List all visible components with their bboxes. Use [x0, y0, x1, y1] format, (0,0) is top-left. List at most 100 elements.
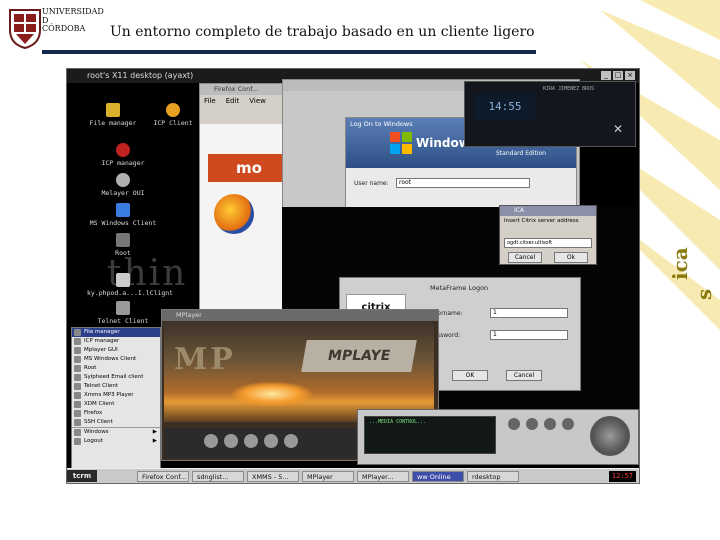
ica-dialog-title: ICA	[500, 206, 596, 216]
citrix-ok-button[interactable]: OK	[452, 370, 488, 381]
start-menu-label: Windows	[84, 429, 109, 435]
player-time-display: 14:55	[475, 94, 535, 120]
taskbar-item-active[interactable]: ww Online	[412, 470, 464, 482]
maximize-button[interactable]: □	[613, 71, 623, 80]
desktop-icon-label: ky.phpod.a...I.lClignt	[87, 289, 174, 297]
title-divider	[42, 50, 536, 54]
start-menu-label: Firefox	[84, 410, 103, 416]
side-text-2: s	[692, 288, 716, 300]
desktop-icon-mplayer-gui[interactable]: Melayer OUI	[87, 173, 159, 197]
desktop-screenshot: root's X11 desktop (ayaxt) _ □ × thin Fi…	[66, 68, 640, 484]
start-menu-item[interactable]: MS Windows Client	[72, 355, 160, 364]
taskbar-item[interactable]: MPlayer	[302, 470, 354, 482]
skin-player-text: ...MEDIA CONTROL...	[369, 419, 427, 425]
start-menu-item[interactable]: ICP manager	[72, 337, 160, 346]
stop-button[interactable]	[264, 434, 278, 448]
skin-stop-button[interactable]	[544, 418, 556, 430]
player-track-title: KIRA JIMENEZ BROS	[543, 86, 595, 92]
desktop-icon-label: MS Windows Client	[89, 219, 157, 227]
pause-button[interactable]	[244, 434, 258, 448]
citrix-cancel-button[interactable]: Cancel	[506, 370, 542, 381]
skinned-player-panel[interactable]: ...MEDIA CONTROL...	[357, 409, 639, 465]
taskbar-item[interactable]: rdesktop	[467, 470, 519, 482]
university-name: UNIVERSIDAD D CÓRDOBA	[42, 7, 104, 33]
start-menu-label: File manager	[84, 329, 120, 335]
taskbar-clock: 12:57	[608, 470, 636, 482]
play-button[interactable]	[224, 434, 238, 448]
desktop-icon-label: Telnet Client	[97, 317, 149, 325]
app-icon	[116, 143, 130, 157]
windows-flag-icon	[390, 132, 412, 154]
rewind-button[interactable]	[204, 434, 218, 448]
desktop-icon-telnet-client[interactable]: Telnet Client	[87, 301, 159, 325]
mplayer-video: MP MPLAYE	[164, 322, 434, 422]
minimize-button[interactable]: _	[601, 71, 611, 80]
start-menu: File manager ICP manager Mplayer GUI MS …	[71, 327, 161, 475]
start-menu-item[interactable]: Firefox	[72, 409, 160, 418]
taskbar-item[interactable]: Firefox Conf...	[137, 470, 189, 482]
menu-view[interactable]: View	[249, 97, 266, 105]
start-menu-item[interactable]: SSH Client	[72, 418, 160, 427]
taskbar-item[interactable]: MPlayer...	[357, 470, 409, 482]
firefox-menubar: File Edit View	[200, 95, 290, 107]
volume-knob[interactable]	[590, 416, 630, 456]
slide-title: Un entorno completo de trabajo basado en…	[110, 24, 535, 40]
desktop-icon-label: Melayer OUI	[101, 189, 145, 197]
ica-ok-button[interactable]: Ok	[554, 252, 588, 263]
start-menu-label: XDM Client	[84, 401, 115, 407]
desktop-icon-label: ICP manager	[101, 159, 145, 167]
desktop-icon-ms-windows-client[interactable]: MS Windows Client	[87, 203, 159, 227]
skin-play-button[interactable]	[526, 418, 538, 430]
skin-prev-button[interactable]	[508, 418, 520, 430]
start-menu-label: MS Windows Client	[84, 356, 137, 362]
desktop-icon-icp-manager[interactable]: ICP manager	[87, 143, 159, 167]
menu-file[interactable]: File	[204, 97, 216, 105]
firefox-logo-icon	[214, 194, 254, 234]
forward-button[interactable]	[284, 434, 298, 448]
terminal-icon	[116, 301, 130, 315]
citrix-username-field[interactable]: 1	[490, 308, 568, 318]
start-menu-label: Root	[84, 365, 97, 371]
start-menu-item[interactable]: Windows ▶	[72, 427, 160, 437]
submenu-arrow-icon: ▶	[152, 438, 157, 444]
desktop-icon-root[interactable]: Root	[87, 233, 159, 257]
start-menu-item[interactable]: File manager	[72, 328, 160, 337]
start-menu-label: SSH Client	[84, 419, 113, 425]
desktop-icon-phpod[interactable]: ky.phpod.a...I.lClignt	[87, 273, 174, 297]
start-menu-item[interactable]: Root	[72, 364, 160, 373]
logon-title: Log On to Windows	[350, 120, 413, 128]
citrix-password-field[interactable]: 1	[490, 330, 568, 340]
taskbar-item[interactable]: XMMS - 5...	[247, 470, 299, 482]
firefox-window[interactable]: Firefox Conf... File Edit View mo	[199, 83, 291, 345]
close-button[interactable]: ×	[625, 71, 635, 80]
menu-edit[interactable]: Edit	[226, 97, 240, 105]
firefox-titlebar: Firefox Conf...	[200, 84, 290, 95]
ica-address-dialog[interactable]: ICA Insert Citrix server address ogdt.ci…	[499, 205, 597, 265]
skin-player-display: ...MEDIA CONTROL...	[364, 416, 496, 454]
ica-cancel-button[interactable]: Cancel	[508, 252, 542, 263]
desktop-icon-label: Root	[115, 249, 131, 257]
taskbar-item[interactable]: sdnglist...	[192, 470, 244, 482]
start-button[interactable]: tcrm	[67, 470, 97, 482]
username-label: User name:	[354, 180, 389, 187]
start-menu-item[interactable]: Mplayer GUI	[72, 346, 160, 355]
video-glow	[232, 382, 312, 406]
start-menu-item[interactable]: Logout ▶	[72, 437, 160, 446]
username-field[interactable]: root	[396, 178, 530, 188]
sun-icon	[166, 103, 180, 117]
start-menu-label: Xmms MP3 Player	[84, 392, 134, 398]
ica-server-input[interactable]: ogdt.citser.ultisoft	[504, 238, 592, 248]
xmms-player-panel[interactable]: 14:55 KIRA JIMENEZ BROS ✕	[464, 81, 636, 147]
start-menu-item[interactable]: Sylpheed Email client	[72, 373, 160, 382]
start-menu-label: Telnet Client	[84, 383, 119, 389]
cd-icon	[116, 173, 130, 187]
start-menu-item[interactable]: Xmms MP3 Player	[72, 391, 160, 400]
start-menu-label: ICP manager	[84, 338, 120, 344]
start-menu-item[interactable]: XDM Client	[72, 400, 160, 409]
terminal-icon	[116, 233, 130, 247]
ica-dialog-label: Insert Citrix server address	[504, 218, 579, 224]
submenu-arrow-icon: ▶	[152, 429, 157, 435]
close-icon[interactable]: ✕	[613, 122, 627, 136]
skin-next-button[interactable]	[562, 418, 574, 430]
start-menu-item[interactable]: Telnet Client	[72, 382, 160, 391]
